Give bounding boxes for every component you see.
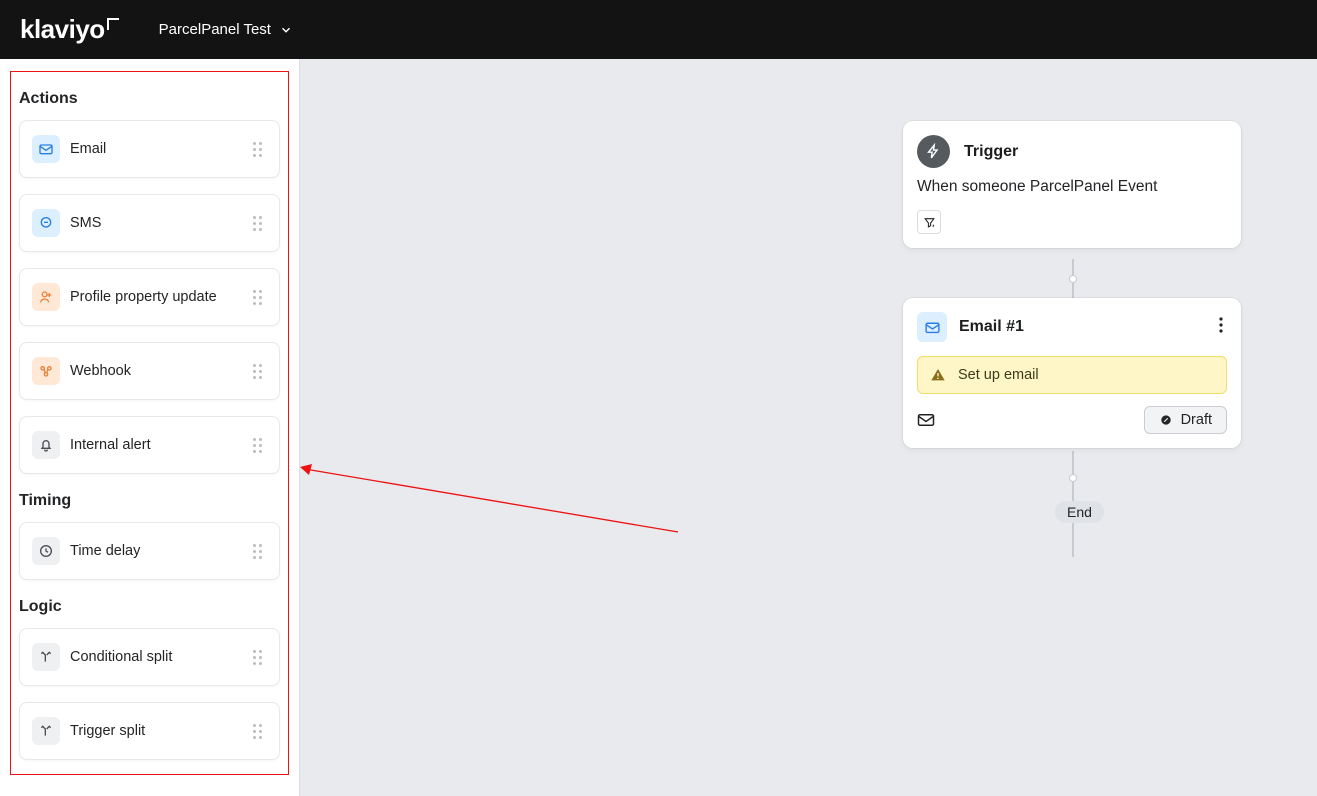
action-label: Webhook bbox=[70, 363, 253, 379]
action-card-internal-alert[interactable]: Internal alert bbox=[19, 416, 280, 474]
klaviyo-logo: klaviyo bbox=[20, 14, 119, 45]
warning-text: Set up email bbox=[958, 367, 1039, 383]
connector-dot[interactable] bbox=[1069, 275, 1077, 283]
annotation-highlight-box: Actions Email SMS Profile propert bbox=[10, 71, 289, 775]
action-label: Email bbox=[70, 141, 253, 157]
drag-handle-icon[interactable] bbox=[253, 290, 267, 305]
section-label-timing: Timing bbox=[19, 492, 280, 510]
drag-handle-icon[interactable] bbox=[253, 544, 267, 559]
end-chip: End bbox=[1055, 501, 1104, 523]
warning-icon bbox=[930, 367, 946, 383]
connector-dot[interactable] bbox=[1069, 474, 1077, 482]
setup-email-warning[interactable]: Set up email bbox=[917, 356, 1227, 394]
draft-label: Draft bbox=[1181, 412, 1212, 428]
trigger-node[interactable]: Trigger When someone ParcelPanel Event bbox=[903, 121, 1241, 248]
more-vertical-icon bbox=[1219, 317, 1223, 333]
email-node[interactable]: Email #1 Set up email Draft bbox=[903, 298, 1241, 448]
drag-handle-icon[interactable] bbox=[253, 216, 267, 231]
action-card-time-delay[interactable]: Time delay bbox=[19, 522, 280, 580]
chevron-down-icon bbox=[279, 23, 293, 37]
action-label: Time delay bbox=[70, 543, 253, 559]
action-label: Trigger split bbox=[70, 723, 253, 739]
split-icon bbox=[32, 717, 60, 745]
webhook-icon bbox=[32, 357, 60, 385]
action-card-trigger-split[interactable]: Trigger split bbox=[19, 702, 280, 760]
section-label-logic: Logic bbox=[19, 598, 280, 616]
email-icon bbox=[917, 312, 947, 342]
trigger-description: When someone ParcelPanel Event bbox=[917, 178, 1227, 196]
action-label: Profile property update bbox=[70, 289, 253, 305]
draft-dot-icon bbox=[1159, 413, 1173, 427]
flow-canvas[interactable]: Trigger When someone ParcelPanel Event E… bbox=[300, 59, 1317, 796]
draft-status-button[interactable]: Draft bbox=[1144, 406, 1227, 434]
account-name: ParcelPanel Test bbox=[159, 21, 271, 38]
drag-handle-icon[interactable] bbox=[253, 142, 267, 157]
drag-handle-icon[interactable] bbox=[253, 438, 267, 453]
envelope-icon bbox=[917, 413, 935, 427]
drag-handle-icon[interactable] bbox=[253, 724, 267, 739]
action-card-sms[interactable]: SMS bbox=[19, 194, 280, 252]
trigger-title: Trigger bbox=[964, 143, 1018, 161]
action-card-webhook[interactable]: Webhook bbox=[19, 342, 280, 400]
action-label: Conditional split bbox=[70, 649, 253, 665]
logo-text: klaviyo bbox=[20, 14, 105, 45]
actions-sidebar: Actions Email SMS Profile propert bbox=[0, 59, 300, 796]
logo-mark-icon bbox=[107, 18, 119, 30]
split-icon bbox=[32, 643, 60, 671]
clock-icon bbox=[32, 537, 60, 565]
email-icon bbox=[32, 135, 60, 163]
account-switcher[interactable]: ParcelPanel Test bbox=[159, 21, 293, 38]
action-label: SMS bbox=[70, 215, 253, 231]
annotation-arrow bbox=[300, 464, 680, 539]
more-menu-button[interactable] bbox=[1215, 313, 1227, 342]
drag-handle-icon[interactable] bbox=[253, 364, 267, 379]
action-card-email[interactable]: Email bbox=[19, 120, 280, 178]
action-card-conditional-split[interactable]: Conditional split bbox=[19, 628, 280, 686]
action-label: Internal alert bbox=[70, 437, 253, 453]
sms-icon bbox=[32, 209, 60, 237]
drag-handle-icon[interactable] bbox=[253, 650, 267, 665]
filter-icon[interactable] bbox=[917, 210, 941, 234]
bolt-icon bbox=[917, 135, 950, 168]
section-label-actions: Actions bbox=[19, 90, 280, 108]
app-header: klaviyo ParcelPanel Test bbox=[0, 0, 1317, 59]
profile-icon bbox=[32, 283, 60, 311]
bell-icon bbox=[32, 431, 60, 459]
email-node-title: Email #1 bbox=[959, 318, 1203, 336]
action-card-profile-update[interactable]: Profile property update bbox=[19, 268, 280, 326]
